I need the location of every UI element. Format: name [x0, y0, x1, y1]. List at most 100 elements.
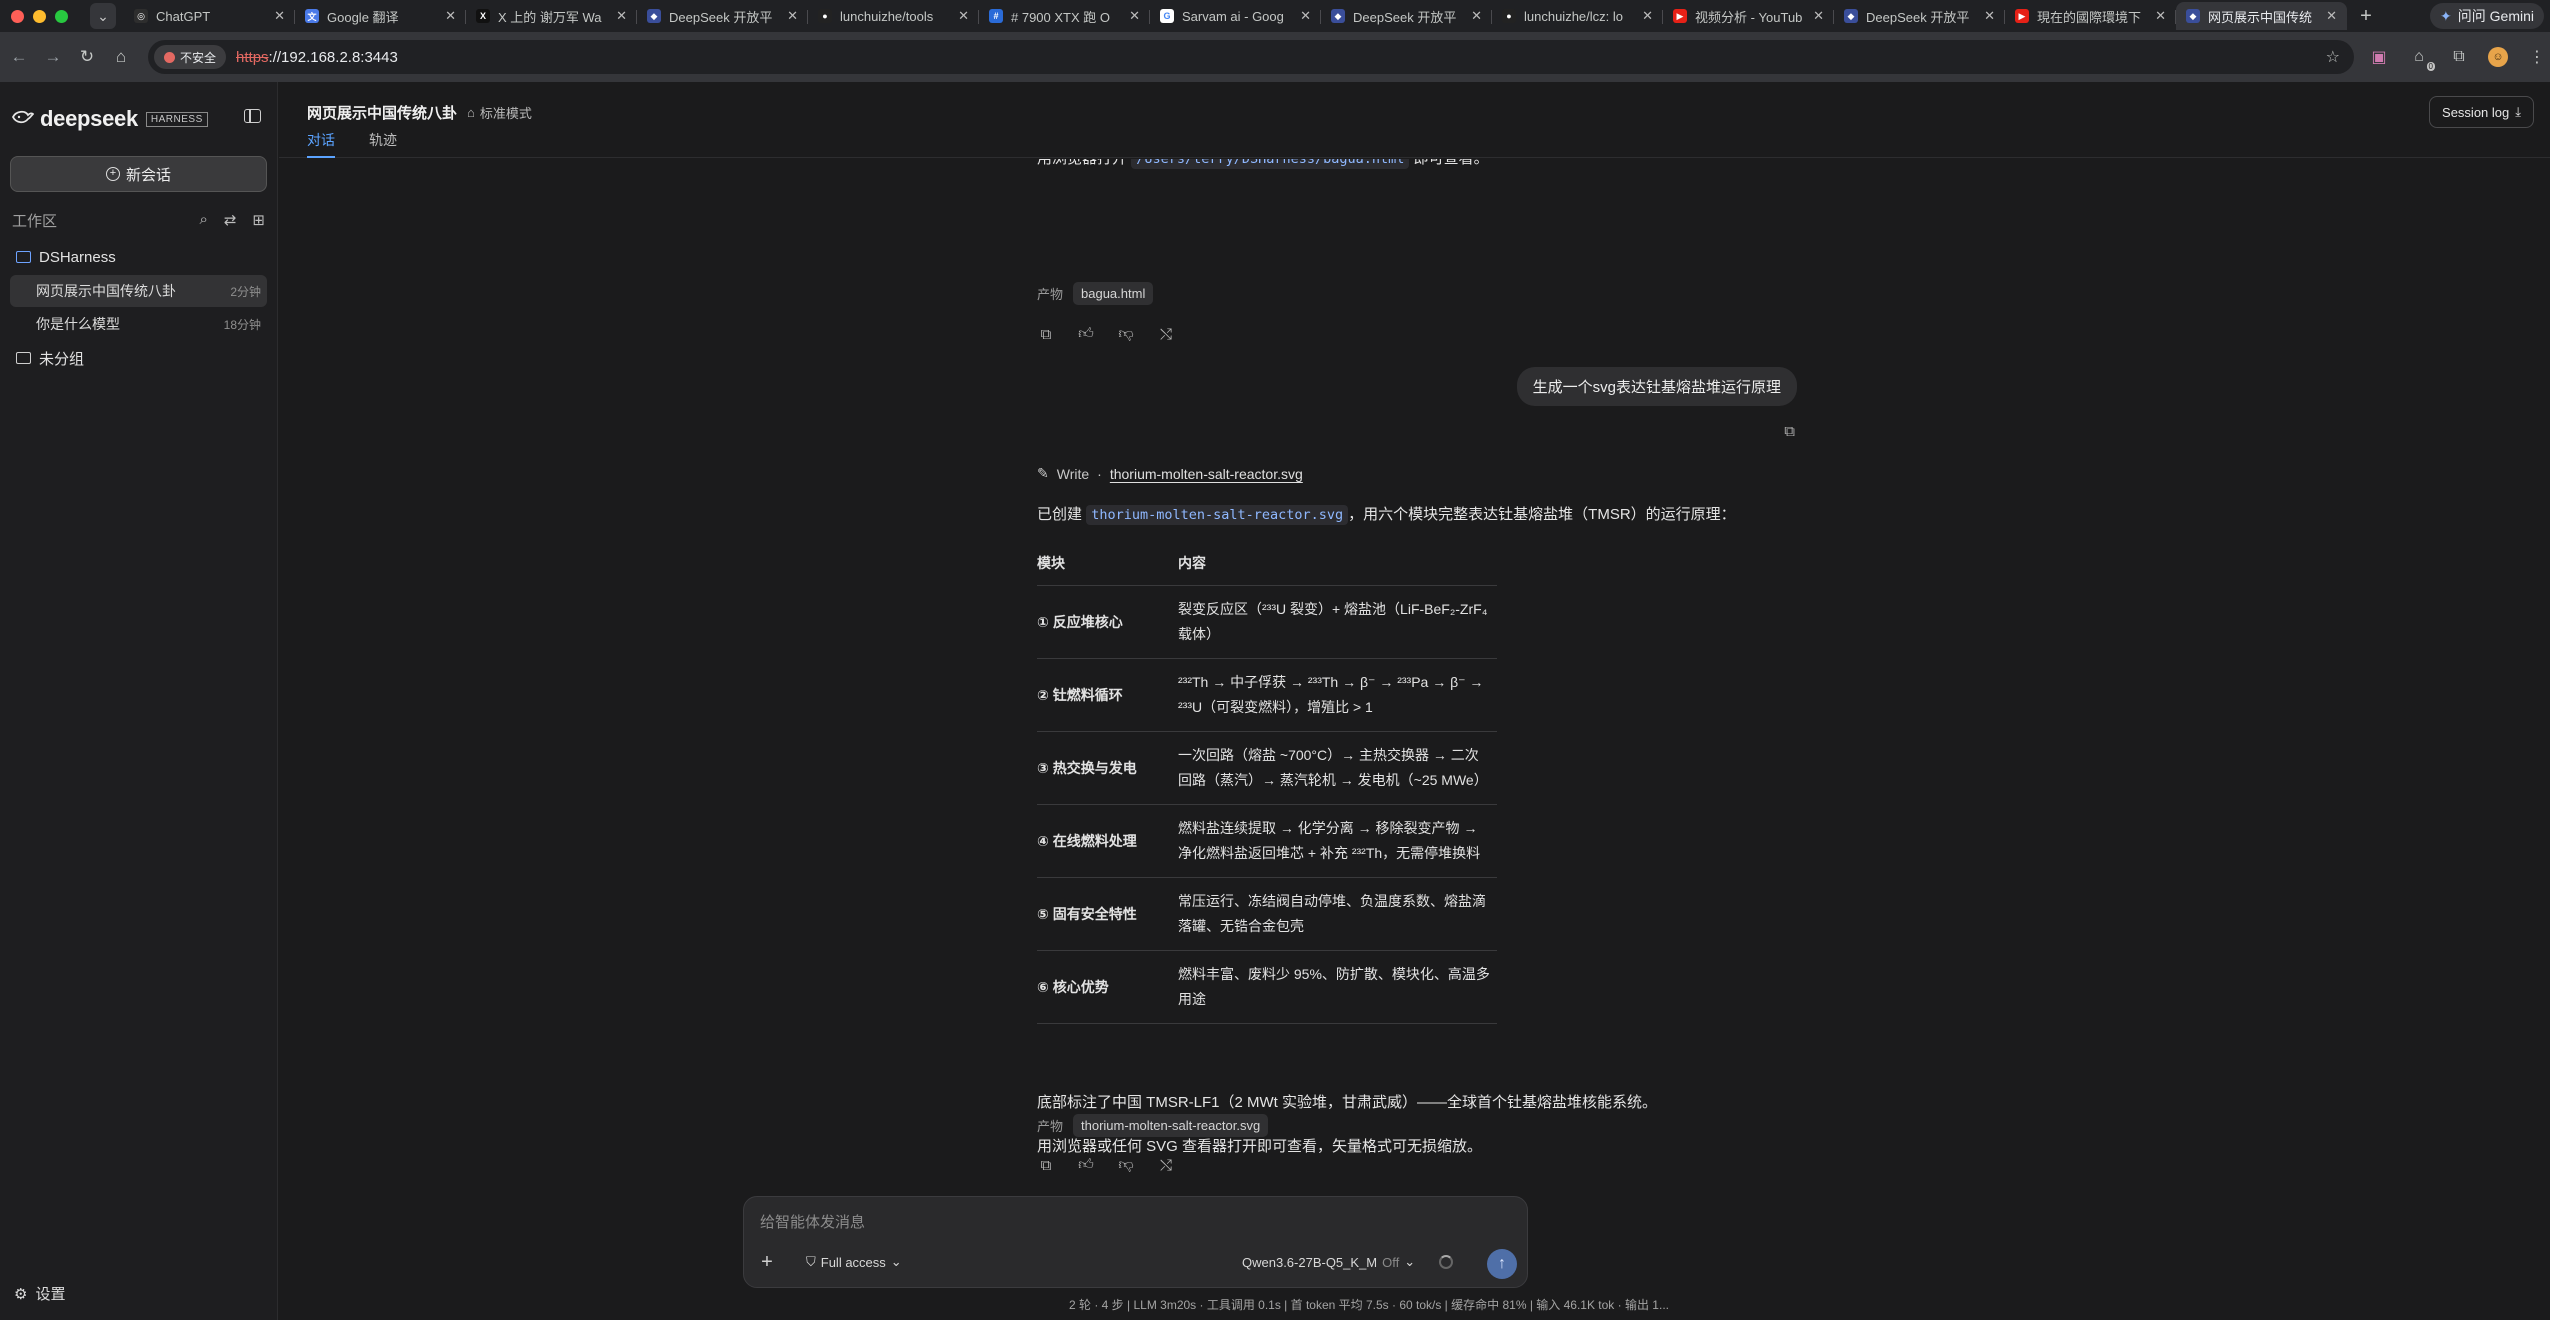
retry-icon[interactable]: ⤭ [1157, 1156, 1175, 1174]
chatgpt-icon: ◎ [134, 9, 148, 23]
composer: 给智能体发消息 + ⛉ Full access ⌄ Qwen3.6-27B-Q5… [743, 1196, 1528, 1288]
tab-trace[interactable]: 轨迹 [369, 130, 397, 158]
copy-icon[interactable]: ⧉ [1037, 325, 1055, 343]
browser-tab[interactable]: ◎ ChatGPT ✕ [124, 2, 295, 30]
window-close-button[interactable] [11, 9, 24, 23]
access-selector[interactable]: ⛉ Full access ⌄ [806, 1254, 902, 1270]
back-button[interactable]: ← [2, 40, 36, 74]
close-tab-icon[interactable]: ✕ [1984, 8, 1995, 24]
browser-tab[interactable]: X X 上的 谢万军 Wa ✕ [466, 2, 637, 30]
send-button[interactable]: ↑ [1487, 1249, 1517, 1279]
extension-icon[interactable]: ⌂ 0 [2408, 46, 2435, 71]
loading-spinner-icon [1439, 1255, 1453, 1269]
media-extension-icon[interactable]: ▣ [2368, 46, 2390, 68]
new-tab-button[interactable]: + [2351, 2, 2381, 30]
forward-button[interactable]: → [36, 40, 70, 74]
close-tab-icon[interactable]: ✕ [787, 8, 798, 24]
search-icon[interactable]: ⌕ [199, 211, 207, 229]
home-icon: ⌂ [115, 47, 127, 66]
user-message-wrapper: 生成一个svg表达钍基熔盐堆运行原理 [1037, 367, 1797, 417]
close-tab-icon[interactable]: ✕ [1471, 8, 1482, 24]
browser-tab[interactable]: # # 7900 XTX 跑 O ✕ [979, 2, 1150, 30]
session-log-button[interactable]: Session log ⤓ [2429, 96, 2534, 128]
close-tab-icon[interactable]: ✕ [958, 8, 969, 24]
browser-tab[interactable]: ◆ 网页展示中国传统 ✕ [2176, 2, 2347, 30]
message-actions-final: ⧉ 👍︎ 👎︎ ⤭ [1037, 1156, 1175, 1174]
browser-tab[interactable]: 文 Google 翻译 ✕ [295, 2, 466, 30]
retry-icon[interactable]: ⤭ [1157, 325, 1175, 343]
close-tab-icon[interactable]: ✕ [1642, 8, 1653, 24]
thumbs-up-icon[interactable]: 👍︎ [1077, 325, 1095, 343]
folder-dsharness[interactable]: DSHarness [0, 240, 277, 274]
tab-dialogue[interactable]: 对话 [307, 130, 335, 158]
conversation-item-1[interactable]: 你是什么模型 18分钟 [10, 308, 267, 340]
conversation-tabs: 对话 轨迹 [307, 130, 397, 158]
copy-icon[interactable]: ⧉ [1784, 423, 1795, 440]
module-name-cell: ⑥ 核心优势 [1037, 950, 1178, 1024]
conversation-item-0[interactable]: 网页展示中国传统八卦 2分钟 [10, 275, 267, 307]
mode-label: 标准模式 [479, 106, 532, 121]
close-tab-icon[interactable]: ✕ [2326, 8, 2337, 24]
thumbs-down-icon[interactable]: 👎︎ [1117, 325, 1135, 343]
mode-selector[interactable]: ⌂ 标准模式 [467, 103, 532, 122]
conversation-time: 18分钟 [223, 317, 261, 332]
module-name-cell: ④ 在线燃料处理 [1037, 804, 1178, 878]
new-folder-icon[interactable]: ⊞ [252, 211, 265, 229]
table-row: ① 反应堆核心 裂变反应区（²³³U 裂变）+ 熔盐池（LiF-BeF₂-ZrF₄… [1037, 585, 1497, 659]
close-tab-icon[interactable]: ✕ [445, 8, 456, 24]
message-thread: 用浏览器打开 /Users/terry/DSHarness/bagua.html… [279, 159, 2550, 1189]
puzzle-icon[interactable]: ⧉ [2448, 46, 2470, 68]
browser-tab-title: Google 翻译 [327, 9, 399, 25]
sidebar-collapse-icon[interactable] [244, 109, 261, 123]
new-chat-button[interactable]: + 新会话 [10, 156, 267, 192]
close-tab-icon[interactable]: ✕ [274, 8, 285, 24]
chevron-down-icon: ⌄ [97, 7, 109, 24]
table-body: ① 反应堆核心 裂变反应区（²³³U 裂变）+ 熔盐池（LiF-BeF₂-ZrF₄… [1037, 585, 1497, 1024]
browser-tab[interactable]: G Sarvam ai - Goog ✕ [1150, 2, 1321, 30]
folder-ungrouped[interactable]: 未分组 [0, 341, 277, 375]
site-info-chip[interactable]: 不安全 [154, 45, 227, 69]
browser-tab[interactable]: ● lunchuizhe/tools ✕ [808, 2, 979, 30]
attach-button[interactable]: + [754, 1249, 780, 1275]
settings-button[interactable]: ⚙ 设置 [14, 1283, 65, 1304]
more-menu-icon[interactable]: ⋮ [2526, 46, 2548, 68]
artifact-chip[interactable]: thorium-molten-salt-reactor.svg [1073, 1114, 1269, 1137]
folder-name: 未分组 [39, 350, 85, 368]
arrow-left-icon: ← [10, 47, 28, 66]
tab-search-button[interactable]: ⌄ [90, 3, 116, 29]
close-tab-icon[interactable]: ✕ [1129, 8, 1140, 24]
session-log-label: Session log [2442, 104, 2510, 120]
close-tab-icon[interactable]: ✕ [1300, 8, 1311, 24]
tool-file-link[interactable]: thorium-molten-salt-reactor.svg [1110, 466, 1303, 482]
home-button[interactable]: ⌂ [104, 40, 138, 74]
browser-tab[interactable]: ▶ 视频分析 - YouTub ✕ [1663, 2, 1834, 30]
conversation-title: 网页展示中国传统八卦 [36, 283, 176, 299]
thumbs-down-icon[interactable]: 👎︎ [1117, 1156, 1135, 1174]
browser-tab[interactable]: ◆ DeepSeek 开放平 ✕ [1321, 2, 1492, 30]
google-icon: G [1160, 9, 1174, 23]
filter-icon[interactable]: ⇄ [224, 211, 237, 229]
window-minimize-button[interactable] [33, 9, 46, 23]
model-selector[interactable]: Qwen3.6-27B-Q5_K_M Off ⌄ [1242, 1254, 1415, 1270]
copy-icon[interactable]: ⧉ [1037, 1156, 1055, 1174]
profile-avatar[interactable]: ☺ [2488, 47, 2508, 67]
hash-icon: # [989, 9, 1003, 23]
browser-tab[interactable]: ◆ DeepSeek 开放平 ✕ [637, 2, 808, 30]
window-maximize-button[interactable] [55, 9, 68, 23]
close-tab-icon[interactable]: ✕ [1813, 8, 1824, 24]
ask-gemini-button[interactable]: ✦ 问问 Gemini [2430, 3, 2544, 29]
close-tab-icon[interactable]: ✕ [616, 8, 627, 24]
browser-tab[interactable]: ▶ 現在的國際環境下 ✕ [2005, 2, 2176, 30]
artifact-chip[interactable]: bagua.html [1073, 282, 1154, 305]
message-input[interactable]: 给智能体发消息 [760, 1211, 865, 1232]
bookmark-star-icon[interactable]: ☆ [2326, 47, 2340, 67]
close-tab-icon[interactable]: ✕ [2155, 8, 2166, 24]
reload-button[interactable]: ↻ [70, 40, 104, 74]
address-bar[interactable]: 不安全 https://192.168.2.8:3443 ☆ [148, 40, 2354, 74]
browser-tab[interactable]: ● lunchuizhe/lcz: lo ✕ [1492, 2, 1663, 30]
browser-tab[interactable]: ◆ DeepSeek 开放平 ✕ [1834, 2, 2005, 30]
thumbs-up-icon[interactable]: 👍︎ [1077, 1156, 1095, 1174]
url-scheme: https [236, 48, 269, 66]
intro-text: 已创建 [1037, 506, 1083, 523]
browser-tab-title: DeepSeek 开放平 [1866, 9, 1970, 25]
